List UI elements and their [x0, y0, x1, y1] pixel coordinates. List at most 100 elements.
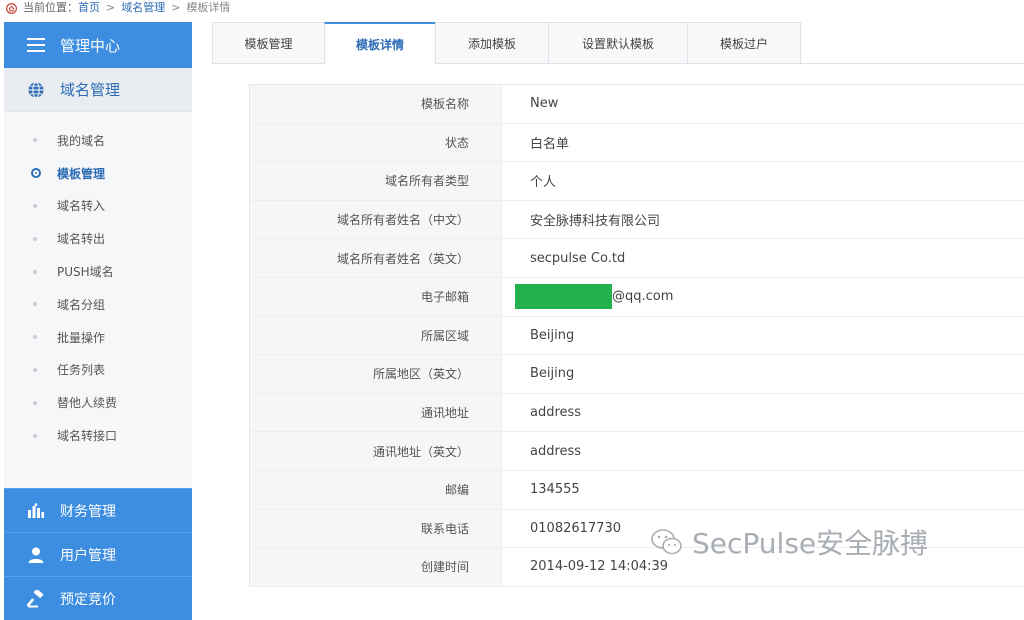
row-label: 所属地区（英文） — [250, 355, 502, 393]
detail-row-region: 所属区域 Beijing — [250, 316, 1024, 356]
row-label: 创建时间 — [250, 548, 502, 586]
row-label: 所属区域 — [250, 316, 502, 355]
row-value: Beijing — [530, 327, 575, 343]
bullet-icon — [33, 269, 37, 274]
globe-icon — [26, 80, 46, 100]
row-label: 电子邮箱 — [250, 277, 502, 316]
sidebar-item-label: 域名转接口 — [57, 429, 118, 444]
sidebar-section-label: 域名管理 — [60, 81, 121, 99]
bullet-icon — [33, 302, 37, 307]
sidebar-item-domain-transfer-out[interactable]: 域名转出 — [4, 222, 192, 255]
row-value: 个人 — [530, 175, 557, 191]
sidebar-item-label: 任务列表 — [57, 363, 106, 378]
row-value: 安全脉搏科技有限公司 — [530, 214, 661, 230]
sidebar-item-finance-management[interactable]: 财务管理 — [4, 488, 192, 532]
bullet-icon — [33, 433, 37, 438]
breadcrumb: 当前位置： 首页 > 域名管理 > 模板详情 — [0, 0, 1024, 16]
row-label: 状态 — [250, 123, 502, 162]
sidebar-item-renew-for-others[interactable]: 替他人续费 — [4, 386, 192, 419]
bullet-icon — [33, 236, 37, 241]
breadcrumb-domain-link[interactable]: 域名管理 — [121, 1, 165, 15]
sidebar-item-my-domains[interactable]: 我的域名 — [4, 124, 192, 157]
tab-bar: 模板管理 模板详情 添加模板 设置默认模板 模板过户 — [212, 22, 1024, 65]
sidebar-item-domain-transfer-in[interactable]: 域名转入 — [4, 190, 192, 223]
sidebar-item-push-domain[interactable]: PUSH域名 — [4, 255, 192, 288]
bullet-icon — [33, 400, 37, 405]
sidebar-item-domain-groups[interactable]: 域名分组 — [4, 288, 192, 321]
row-value: Beijing — [530, 366, 575, 382]
sidebar-item-task-list[interactable]: 任务列表 — [4, 354, 192, 387]
breadcrumb-separator: > — [171, 1, 181, 14]
tab-set-default-template[interactable]: 设置默认模板 — [548, 22, 688, 63]
sidebar-item-label: 替他人续费 — [57, 396, 118, 411]
row-label: 通讯地址（英文） — [250, 432, 502, 470]
sidebar-item-label: 模板管理 — [57, 166, 106, 181]
detail-row-owner-name-cn: 域名所有者姓名（中文） 安全脉搏科技有限公司 — [250, 200, 1024, 240]
sidebar-item-label: 域名分组 — [57, 297, 106, 312]
tab-template-transfer[interactable]: 模板过户 — [687, 22, 801, 63]
row-label: 联系电话 — [250, 509, 502, 548]
sidebar-item-user-management[interactable]: 用户管理 — [4, 532, 192, 576]
row-label: 通讯地址 — [250, 393, 502, 432]
row-value: @qq.com — [612, 289, 674, 305]
row-value: address — [530, 443, 582, 459]
row-value: 白名单 — [530, 136, 570, 152]
template-detail-table: 模板名称 New 状态 白名单 域名所有者类型 个人 域名所有者姓名（中文） 安全脉搏科… — [249, 84, 1024, 587]
sidebar-submenu: 我的域名 模板管理 域名转入 域名转出 PUSH域名 域名分组 批量操作 任务列… — [4, 112, 192, 488]
sidebar: 管理中心 域名管理 我的域名 模板管理 域名转入 域名转出 PUSH域名 域名分… — [4, 22, 192, 620]
sidebar-section-domain-management[interactable]: 域名管理 — [4, 68, 192, 112]
tab-template-details[interactable]: 模板详情 — [324, 22, 436, 65]
detail-row-owner-type: 域名所有者类型 个人 — [250, 162, 1024, 201]
gavel-icon — [26, 589, 46, 609]
detail-row-region-en: 所属地区（英文） Beijing — [250, 355, 1024, 394]
detail-row-owner-name-en: 域名所有者姓名（英文） secpulse Co.td — [250, 239, 1024, 278]
sidebar-header-management-center[interactable]: 管理中心 — [4, 22, 192, 68]
menu-icon — [26, 35, 46, 55]
row-label: 域名所有者姓名（中文） — [250, 200, 502, 239]
sidebar-item-reserve-bidding[interactable]: 预定竞价 — [4, 576, 192, 620]
row-label: 邮编 — [250, 470, 502, 509]
tab-template-management[interactable]: 模板管理 — [212, 22, 325, 63]
detail-row-address-en: 通讯地址（英文） address — [250, 432, 1024, 471]
sidebar-item-label: PUSH域名 — [57, 265, 114, 280]
sidebar-item-batch-operations[interactable]: 批量操作 — [4, 321, 192, 354]
row-value-container: @qq.com — [502, 278, 1024, 316]
bar-chart-icon — [26, 501, 46, 521]
detail-row-address: 通讯地址 address — [250, 393, 1024, 433]
tab-add-template[interactable]: 添加模板 — [435, 22, 549, 63]
sidebar-item-template-management[interactable]: 模板管理 — [4, 157, 192, 190]
row-value: New — [530, 96, 559, 112]
detail-row-postcode: 邮编 134555 — [250, 470, 1024, 510]
sidebar-item-label: 我的域名 — [57, 133, 106, 148]
wechat-icon — [651, 529, 682, 555]
bullet-icon — [33, 335, 37, 340]
sidebar-item-domain-transfer-api[interactable]: 域名转接口 — [4, 419, 192, 452]
home-icon — [6, 2, 17, 14]
sidebar-item-label: 预定竞价 — [60, 591, 116, 608]
watermark: SecPulse安全脉搏 — [650, 522, 928, 562]
breadcrumb-home-link[interactable]: 首页 — [78, 1, 100, 15]
row-label: 模板名称 — [250, 85, 502, 123]
sidebar-item-label: 域名转入 — [57, 199, 106, 214]
breadcrumb-prefix: 当前位置： — [23, 1, 78, 14]
row-value: 134555 — [530, 482, 580, 498]
sidebar-header-label: 管理中心 — [60, 36, 121, 55]
watermark-text: SecPulse安全脉搏 — [692, 527, 929, 560]
radio-selected-icon — [31, 168, 41, 179]
sidebar-item-label: 财务管理 — [60, 503, 116, 520]
detail-row-email: 电子邮箱 @qq.com — [250, 277, 1024, 317]
breadcrumb-separator: > — [106, 1, 116, 14]
detail-row-status: 状态 白名单 — [250, 123, 1024, 163]
detail-row-template-name: 模板名称 New — [250, 85, 1024, 124]
row-value: secpulse Co.td — [530, 250, 626, 266]
row-label: 域名所有者姓名（英文） — [250, 239, 502, 277]
sidebar-item-label: 批量操作 — [57, 330, 106, 345]
sidebar-item-label: 域名转出 — [57, 232, 106, 247]
bullet-icon — [33, 138, 37, 143]
row-value: address — [530, 405, 582, 421]
sidebar-item-label: 用户管理 — [60, 547, 116, 564]
breadcrumb-current: 模板详情 — [186, 1, 231, 14]
row-label: 域名所有者类型 — [250, 162, 502, 200]
bullet-icon — [33, 203, 37, 208]
bullet-icon — [33, 367, 37, 372]
